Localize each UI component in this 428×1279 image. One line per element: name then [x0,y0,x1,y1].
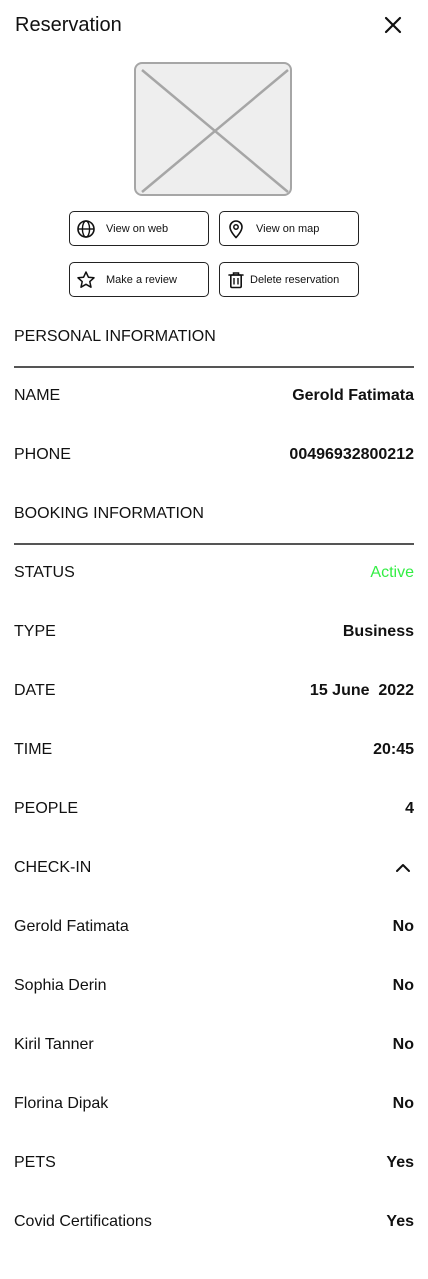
close-icon [384,16,402,34]
view-on-map-button[interactable]: View on map [219,211,359,246]
check-in-label: CHECK-IN [14,859,92,876]
trash-icon [226,270,246,290]
people-value: 4 [405,800,414,817]
date-value: 15 June 2022 [309,682,414,699]
type-value: Business [342,623,414,640]
covid-certifications-label: Covid Certifications [14,1213,152,1230]
star-icon [76,270,96,290]
pets-value: Yes [386,1154,414,1171]
name-value: Gerold Fatimata [292,387,414,404]
phone-row: PHONE 00496932800212 [14,444,414,466]
guest-check-in-status: No [392,977,414,994]
personal-information-heading: PERSONAL INFORMATION [14,328,216,345]
pets-row: PETS Yes [14,1152,414,1174]
guest-row: Sophia Derin No [14,975,414,997]
guest-name: Florina Dipak [14,1095,109,1112]
view-on-web-label: View on web [106,222,169,235]
close-button[interactable] [382,14,404,36]
guest-row: Florina Dipak No [14,1093,414,1115]
pets-label: PETS [14,1154,56,1171]
image-placeholder-icon [141,69,289,193]
guest-row: Gerold Fatimata No [14,916,414,938]
phone-label: PHONE [14,446,71,463]
type-label: TYPE [14,623,56,640]
map-pin-icon [226,219,246,239]
covid-certifications-row: Covid Certifications Yes [14,1211,414,1233]
time-value: 20:45 [373,741,414,758]
name-row: NAME Gerold Fatimata [14,385,414,407]
time-row: TIME 20:45 [14,739,414,761]
status-value: Active [370,564,414,581]
guest-name: Kiril Tanner [14,1036,94,1053]
view-on-web-button[interactable]: View on web [69,211,209,246]
delete-reservation-button[interactable]: Delete reservation [219,262,359,297]
phone-value: 00496932800212 [289,446,414,463]
guest-row: Kiril Tanner No [14,1034,414,1056]
guest-check-in-status: No [392,1095,414,1112]
guest-name: Gerold Fatimata [14,918,129,935]
header: Reservation [0,0,428,50]
make-review-button[interactable]: Make a review [69,262,209,297]
make-review-label: Make a review [106,273,177,286]
name-label: NAME [14,387,61,404]
status-label: STATUS [14,564,75,581]
guest-check-in-status: No [392,1036,414,1053]
personal-divider [14,366,414,368]
time-label: TIME [14,741,53,758]
people-row: PEOPLE 4 [14,798,414,820]
chevron-up-icon[interactable] [394,859,412,877]
page-title: Reservation [15,14,122,36]
guest-check-in-status: No [392,918,414,935]
status-row: STATUS Active [14,562,414,584]
reservation-image-placeholder [134,62,292,196]
booking-information-heading: BOOKING INFORMATION [14,505,204,522]
date-label: DATE [14,682,56,699]
delete-reservation-label: Delete reservation [250,273,340,286]
type-row: TYPE Business [14,621,414,643]
date-row: DATE 15 June 2022 [14,680,414,702]
check-in-row[interactable]: CHECK-IN [14,857,414,879]
booking-divider [14,543,414,545]
view-on-map-label: View on map [256,222,320,235]
covid-certifications-value: Yes [386,1213,414,1230]
globe-icon [76,219,96,239]
people-label: PEOPLE [14,800,79,817]
guest-name: Sophia Derin [14,977,107,994]
